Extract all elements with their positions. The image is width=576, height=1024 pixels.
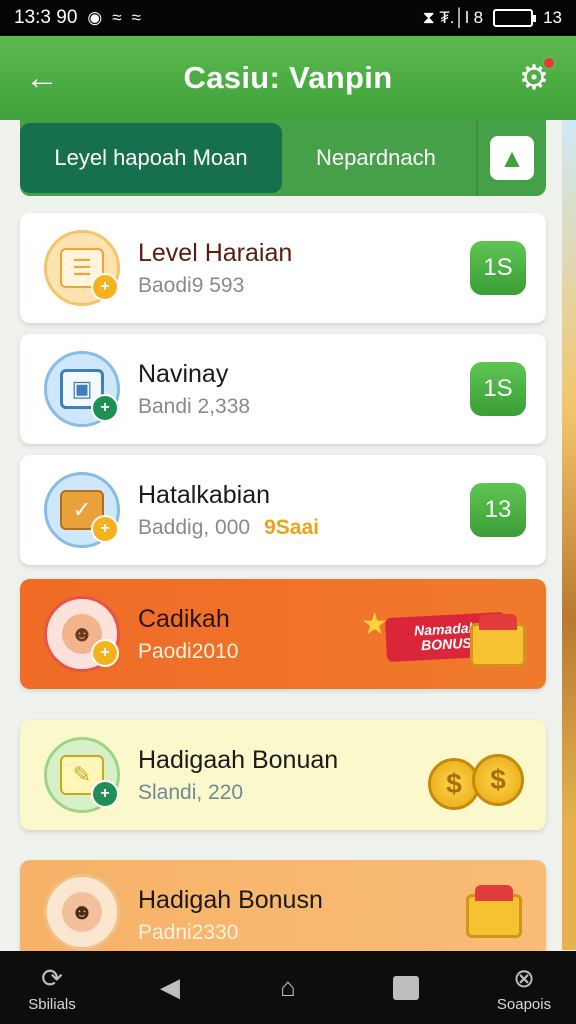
bottom-nav: ⟳ Sbilials ◀ ⌂ ⊗ Soapois [0,951,576,1024]
back-triangle-icon: ◀ [160,972,180,1002]
status-indicators: ⧗ ₮.│l 8 [422,8,484,27]
item-subtitle: Slandi, 220 [138,781,244,804]
count-badge[interactable]: 1S [470,241,526,295]
battery-label: 13 [543,8,562,27]
treasure-chest-icon [470,614,526,667]
status-bar: 13:3 90 ◉ ≈ ≈ ⧗ ₮.│l 8 13 [0,0,576,36]
status-left: 13:3 90 ◉ ≈ ≈ [14,7,141,29]
plus-badge-icon: + [91,394,119,422]
list-item[interactable]: ☰ + Level Haraian Baodi9 593 1S [20,213,546,323]
count-badge[interactable]: 1S [470,362,526,416]
page-title: Casiu: Vanpin [183,60,393,95]
nav-right-label: Soapois [496,995,552,1013]
nav-support[interactable]: ⊗ Soapois [494,963,554,1013]
tab-other[interactable]: Nepardnach [282,123,476,193]
coin-icon: $ [472,754,524,806]
plus-badge-icon: + [91,639,119,667]
star-icon: ★ [361,608,388,641]
recents-square-icon [393,975,419,1000]
bonus-line2: BONUS [420,634,473,654]
item-subtitle: Baodi9 593 [138,274,245,297]
nav-statistics[interactable]: ⟳ Sbilials [22,963,82,1013]
graduation-cap-icon: ▲ [490,136,534,180]
wifi-icon: ≈ [131,8,141,27]
notification-icon: ◉ [87,8,103,27]
refresh-icon: ⟳ [41,962,63,993]
item-title: Hatalkabian [138,481,271,509]
plus-badge-icon: + [91,273,119,301]
app-bar: ← Casiu: Vanpin ⚙ [0,36,576,120]
item-title: Cadikah [138,605,230,633]
status-right: ⧗ ₮.│l 8 13 [423,8,562,28]
item-title: Hadigah Bonusn [138,886,323,914]
nav-home[interactable]: ⌂ [258,972,318,1003]
item-title: Navinay [138,360,229,388]
plus-badge-icon: + [91,780,119,808]
item-title: Level Haraian [138,239,293,267]
person-phone-icon: ☻ [44,874,120,950]
nav-recents[interactable] [376,975,436,1000]
back-arrow-icon: ← [25,58,59,97]
nav-left-label: Sbilials [28,995,76,1013]
background-decoration [562,120,576,950]
list-item[interactable]: ☻ Hadigah Bonusn Padni2330 [20,860,546,952]
tab-level-label: Leyel hapoah Moan [54,145,248,170]
item-title: Hadigaah Bonuan [138,746,339,774]
nav-back[interactable]: ◀ [140,972,200,1003]
back-button[interactable]: ← [20,56,64,100]
note-icon: ✎ + [44,737,120,813]
home-icon: ⌂ [280,972,296,1002]
document-icon: ☰ + [44,230,120,306]
tab-level[interactable]: Leyel hapoah Moan [20,123,282,193]
item-subtitle-text: Baddig, 000 [138,516,251,539]
treasure-chest-icon [466,885,522,938]
list-item[interactable]: ✓ + Hatalkabian Baddig, 000 9Saai 13 [20,455,546,565]
list-item[interactable]: ▣ + Navinay Bandi 2,338 1S [20,334,546,444]
tab-bar: Leyel hapoah Moan Nepardnach ▲ [20,120,546,196]
avatar-icon: ☻ + [44,596,120,672]
list-item[interactable]: ✎ + Hadigaah Bonuan Slandi, 220 $ $ [20,720,546,830]
notification-dot [542,56,556,70]
item-subtitle: Baddig, 000 9Saai [138,516,319,540]
wifi-icon: ≈ [112,8,122,27]
count-badge[interactable]: 13 [470,483,526,537]
coin-tag: 9Saai [264,516,319,539]
status-time: 13:3 90 [14,7,78,28]
settings-button[interactable]: ⚙ [514,56,556,98]
close-circle-icon: ⊗ [513,962,535,993]
book-icon: ✓ + [44,472,120,548]
item-subtitle: Paodi2010 [138,640,239,663]
image-icon: ▣ + [44,351,120,427]
tab-icon-button[interactable]: ▲ [476,120,546,196]
plus-badge-icon: + [91,515,119,543]
battery-icon [493,9,537,27]
item-subtitle: Bandi 2,338 [138,395,251,418]
tab-other-label: Nepardnach [316,145,436,170]
list-item-featured[interactable]: ☻ + Cadikah Paodi2010 ★ Namadah BONUS [20,579,546,689]
item-subtitle: Padni2330 [138,921,239,944]
